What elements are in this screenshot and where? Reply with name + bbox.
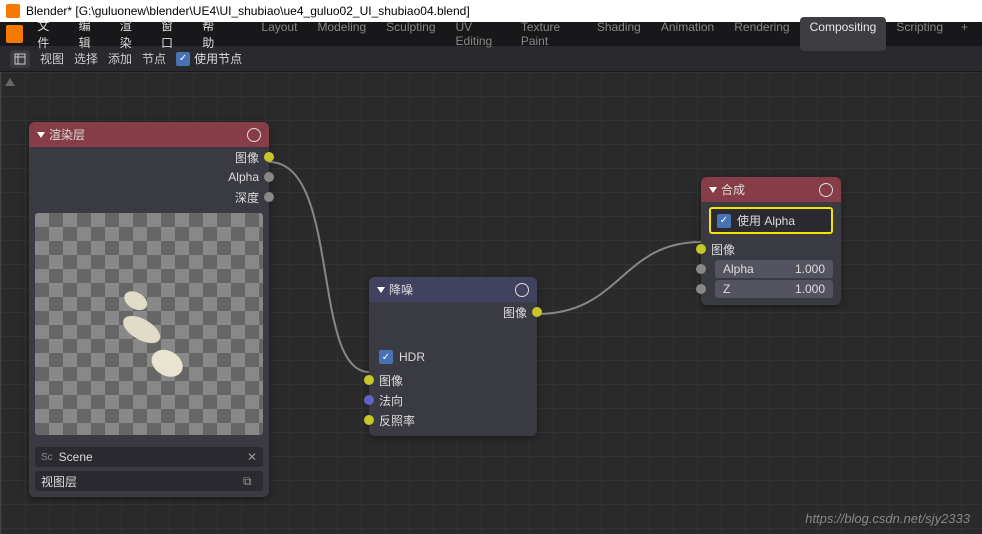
socket-in-z: Z1.000 [701,279,841,299]
toolbar-view[interactable]: 视图 [40,50,64,67]
socket-icon[interactable] [364,415,374,425]
socket-icon[interactable] [264,192,274,202]
socket-icon[interactable] [264,172,274,182]
node-denoise[interactable]: 降噪 图像 ✓ HDR 图像 法向 反照率 [369,277,537,436]
hdr-checkbox[interactable]: ✓ HDR [369,344,537,370]
node-render-layers[interactable]: 渲染层 图像 Alpha 深度 Sc Scene ✕ 视图层 ⧉ [29,122,269,497]
socket-icon[interactable] [696,244,706,254]
socket-icon[interactable] [696,284,706,294]
scroll-up-icon[interactable] [5,78,15,86]
node-title: 渲染层 [49,126,85,143]
socket-in-normal: 法向 [369,390,537,410]
socket-out-depth: 深度 [29,187,269,207]
tab-rendering[interactable]: Rendering [724,17,799,51]
main-menubar: 文件 编辑 渲染 窗口 帮助 Layout Modeling Sculpting… [0,22,982,46]
tab-shading[interactable]: Shading [587,17,651,51]
blender-logo-icon [6,4,20,18]
tab-scripting[interactable]: Scripting [886,17,953,51]
layers-icon[interactable]: ⧉ [243,474,257,488]
workspace-tabs: Layout Modeling Sculpting UV Editing Tex… [251,17,976,51]
socket-icon[interactable] [696,264,706,274]
menu-render[interactable]: 渲染 [112,17,151,51]
tab-animation[interactable]: Animation [651,17,724,51]
app-logo-icon [6,25,23,43]
collapse-icon[interactable] [709,187,717,193]
socket-in-image: 图像 [369,370,537,390]
alpha-value-field[interactable]: Alpha1.000 [715,260,833,278]
use-nodes-label: 使用节点 [194,50,242,67]
socket-out-alpha: Alpha [29,167,269,187]
socket-in-image: 图像 [701,239,841,259]
menu-file[interactable]: 文件 [29,17,68,51]
menu-edit[interactable]: 编辑 [71,17,110,51]
socket-icon[interactable] [364,375,374,385]
toolbar-select[interactable]: 选择 [74,50,98,67]
collapse-icon[interactable] [37,132,45,138]
scene-select[interactable]: Sc Scene ✕ [35,447,263,467]
hdr-label: HDR [399,350,425,364]
node-editor-canvas[interactable]: 渲染层 图像 Alpha 深度 Sc Scene ✕ 视图层 ⧉ 降噪 图像 ✓ [0,72,982,534]
tab-compositing[interactable]: Compositing [800,17,887,51]
node-title: 降噪 [389,281,413,298]
tab-add-workspace[interactable]: + [953,17,976,51]
preview-toggle-icon[interactable] [247,128,261,142]
z-value-field[interactable]: Z1.000 [715,280,833,298]
socket-out-image: 图像 [29,147,269,167]
tab-layout[interactable]: Layout [251,17,307,51]
check-icon: ✓ [717,214,731,228]
collapse-icon[interactable] [377,287,385,293]
window-title: Blender* [G:\guluonew\blender\UE4\UI_shu… [26,4,470,18]
node-header[interactable]: 渲染层 [29,122,269,147]
scene-name: Scene [59,450,93,464]
socket-in-albedo: 反照率 [369,410,537,430]
node-header[interactable]: 降噪 [369,277,537,302]
node-header[interactable]: 合成 [701,177,841,202]
socket-icon[interactable] [532,307,542,317]
tab-uv-editing[interactable]: UV Editing [446,17,511,51]
tab-sculpting[interactable]: Sculpting [376,17,445,51]
socket-in-alpha: Alpha1.000 [701,259,841,279]
socket-icon[interactable] [364,395,374,405]
watermark-text: https://blog.csdn.net/sjy2333 [805,511,970,526]
use-alpha-label: 使用 Alpha [737,212,795,229]
tab-texture-paint[interactable]: Texture Paint [511,17,587,51]
node-title: 合成 [721,181,745,198]
check-icon: ✓ [379,350,393,364]
clear-icon[interactable]: ✕ [247,450,257,464]
menu-window[interactable]: 窗口 [153,17,192,51]
socket-out-image: 图像 [369,302,537,322]
use-nodes-checkbox[interactable]: ✓ 使用节点 [176,50,242,67]
preview-toggle-icon[interactable] [515,283,529,297]
use-alpha-checkbox[interactable]: ✓ 使用 Alpha [709,207,833,234]
tab-modeling[interactable]: Modeling [307,17,376,51]
viewlayer-select[interactable]: 视图层 ⧉ [35,471,263,491]
render-preview [35,213,263,435]
preview-toggle-icon[interactable] [819,183,833,197]
scene-icon: Sc [41,452,53,463]
check-icon: ✓ [176,52,190,66]
node-composite[interactable]: 合成 ✓ 使用 Alpha 图像 Alpha1.000 Z1.000 [701,177,841,305]
menu-help[interactable]: 帮助 [194,17,233,51]
socket-icon[interactable] [264,152,274,162]
viewlayer-name: 视图层 [41,473,77,490]
toolbar-node[interactable]: 节点 [142,50,166,67]
editor-type-icon[interactable] [10,50,30,68]
toolbar-add[interactable]: 添加 [108,50,132,67]
